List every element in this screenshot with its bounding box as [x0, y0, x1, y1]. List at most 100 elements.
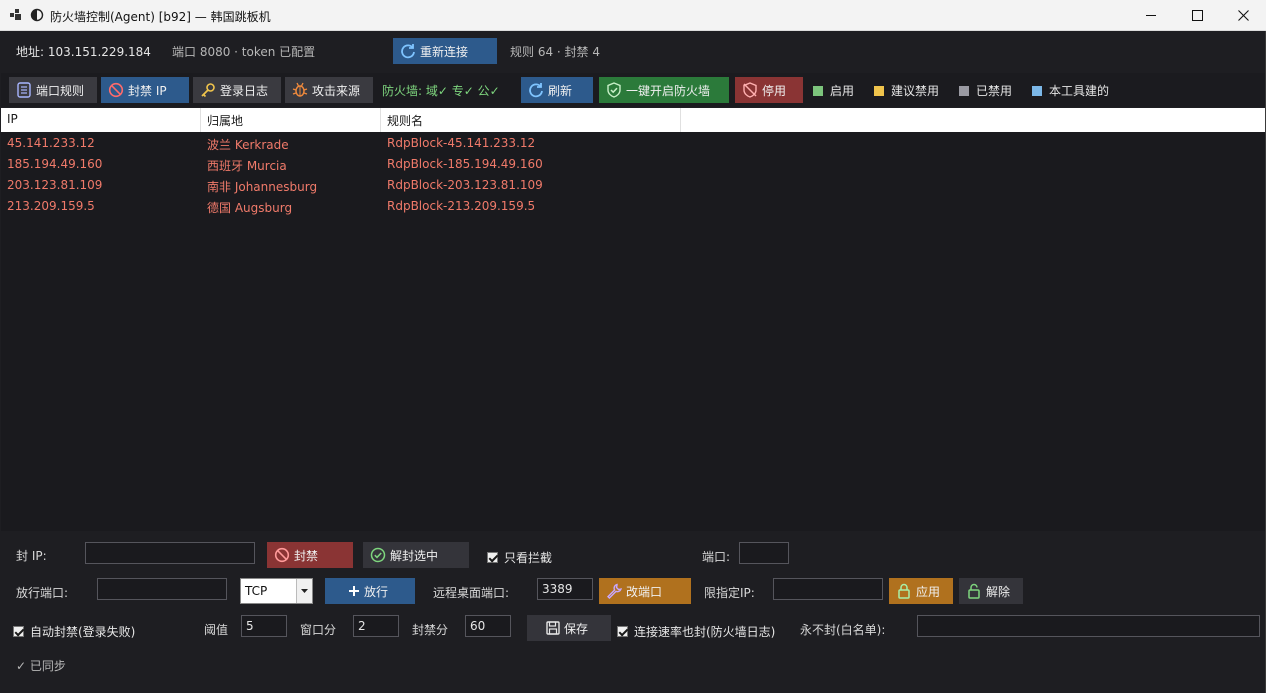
refresh-icon	[529, 83, 543, 98]
apply-button[interactable]: 应用	[889, 578, 953, 604]
ban-icon	[274, 547, 290, 563]
firewall-status: 防火墙: 域✓ 专✓ 公✓	[382, 84, 500, 98]
allow-port-label: 放行端口:	[16, 586, 69, 600]
rule-ban-stats: 规则 64 · 封禁 4	[510, 45, 600, 59]
ban-ip-label: 封 IP:	[16, 549, 47, 563]
banned-ip-table[interactable]: IP 归属地 规则名 45.141.233.12 波兰 Kerkrade Rdp…	[1, 108, 1265, 531]
rate-ban-checkbox[interactable]: 连接速率也封(防火墙日志)	[617, 623, 775, 640]
reconnect-button[interactable]: 重新连接	[393, 38, 497, 64]
window-minutes-input[interactable]	[353, 615, 399, 637]
minimize-icon	[1145, 15, 1156, 16]
close-button[interactable]	[1220, 0, 1266, 31]
port-rules-button[interactable]: 端口规则	[9, 77, 97, 103]
refresh-button[interactable]: 刷新	[521, 77, 593, 103]
ban-minutes-label: 封禁分	[412, 623, 449, 637]
port-rules-label: 端口规则	[36, 83, 85, 98]
legend-suggest-disable: 建议禁用	[874, 82, 939, 99]
threshold-label: 阈值	[204, 623, 229, 637]
legend-swatch-disabled	[959, 85, 969, 96]
legend-swatch-enabled	[813, 85, 823, 96]
table-row[interactable]: 213.209.159.5 德国 Augsburg RdpBlock-213.2…	[1, 196, 1265, 217]
sync-status: ✓ 已同步	[16, 659, 66, 673]
connection-info-bar: 地址: 103.151.229.184 端口 8080 · token 已配置 …	[1, 31, 1265, 73]
column-separator	[380, 108, 381, 132]
rate-ban-label: 连接速率也封(防火墙日志)	[634, 625, 776, 639]
column-header-location[interactable]: 归属地	[207, 112, 243, 129]
save-button[interactable]: 保存	[527, 615, 611, 641]
ban-ip-input[interactable]	[85, 542, 255, 564]
login-log-label: 登录日志	[220, 83, 269, 98]
table-row[interactable]: 185.194.49.160 西班牙 Murcia RdpBlock-185.1…	[1, 154, 1265, 175]
minimize-button[interactable]	[1128, 0, 1174, 31]
cell-location: 波兰 Kerkrade	[207, 138, 289, 152]
only-blocked-checkbox[interactable]: 只看拦截	[487, 549, 552, 566]
ban-button[interactable]: 封禁	[267, 542, 353, 568]
window-title: 防火墙控制(Agent) [b92] — 韩国跳板机	[50, 10, 271, 24]
column-header-ip[interactable]: IP	[7, 112, 18, 126]
title-bar: 防火墙控制(Agent) [b92] — 韩国跳板机	[0, 0, 1266, 31]
agent-address: 地址: 103.151.229.184	[16, 45, 151, 59]
enable-firewall-button[interactable]: 一键开启防火墙	[599, 77, 729, 103]
change-port-button[interactable]: 改端口	[599, 578, 691, 604]
auto-ban-label: 自动封禁(登录失败)	[30, 625, 136, 639]
allow-button[interactable]: 放行	[325, 578, 415, 604]
refresh-icon	[401, 44, 415, 59]
login-log-button[interactable]: 登录日志	[193, 77, 281, 103]
limit-ip-label: 限指定IP:	[704, 586, 755, 600]
checkbox-checked	[487, 552, 498, 563]
allow-port-input[interactable]	[97, 578, 227, 600]
protocol-value: TCP	[245, 584, 268, 598]
wrench-icon	[607, 583, 622, 599]
table-row[interactable]: 203.123.81.109 南非 Johannesburg RdpBlock-…	[1, 175, 1265, 196]
check-circle-icon	[370, 547, 386, 563]
protocol-select[interactable]: TCP	[240, 578, 313, 604]
ban-minutes-input[interactable]	[465, 615, 511, 637]
release-button[interactable]: 解除	[959, 578, 1023, 604]
port-input[interactable]	[739, 542, 789, 564]
cell-rule: RdpBlock-203.123.81.109	[387, 178, 543, 192]
column-header-rule[interactable]: 规则名	[387, 112, 423, 129]
legend-label-tool-created: 本工具建的	[1049, 84, 1110, 98]
maximize-button[interactable]	[1174, 0, 1220, 31]
attack-source-button[interactable]: 攻击来源	[285, 77, 373, 103]
table-header: IP 归属地 规则名	[1, 108, 1265, 132]
whitelist-input[interactable]	[917, 615, 1260, 637]
table-row[interactable]: 45.141.233.12 波兰 Kerkrade RdpBlock-45.14…	[1, 133, 1265, 154]
key-icon	[201, 83, 215, 98]
port-label: 端口:	[702, 550, 731, 564]
bug-icon	[292, 82, 308, 97]
unban-selected-label: 解封选中	[390, 548, 439, 563]
legend-label-enabled: 启用	[830, 84, 855, 98]
cell-rule: RdpBlock-213.209.159.5	[387, 199, 536, 213]
legend-swatch-suggest-disable	[874, 85, 884, 96]
attack-source-label: 攻击来源	[312, 83, 361, 98]
threshold-input[interactable]	[241, 615, 287, 637]
legend-tool-created: 本工具建的	[1032, 82, 1109, 99]
shield-check-icon	[607, 82, 621, 98]
ban-button-label: 封禁	[294, 548, 319, 563]
legend-disabled: 已禁用	[959, 82, 1012, 99]
whitelist-label: 永不封(白名单):	[800, 623, 886, 637]
port-token-status: 端口 8080 · token 已配置	[172, 45, 316, 59]
enable-firewall-label: 一键开启防火墙	[626, 83, 711, 98]
limit-ip-input[interactable]	[773, 578, 883, 600]
shield-off-icon	[743, 82, 757, 98]
unban-selected-button[interactable]: 解封选中	[363, 542, 469, 568]
unlock-icon	[968, 583, 980, 599]
shield-half-icon	[30, 8, 44, 22]
rdp-port-input[interactable]	[537, 578, 593, 600]
cell-location: 西班牙 Murcia	[207, 159, 287, 173]
control-panel: 封 IP: 封禁 解封选中 只看拦截 端口: 放行端口: TCP 放行 远程桌面…	[1, 531, 1265, 692]
ban-icon	[108, 82, 124, 98]
chevron-down-icon	[296, 579, 312, 603]
column-separator	[200, 108, 201, 132]
release-label: 解除	[986, 584, 1011, 599]
auto-ban-checkbox[interactable]: 自动封禁(登录失败)	[13, 623, 135, 640]
cell-ip: 203.123.81.109	[7, 178, 103, 192]
save-icon	[546, 621, 560, 635]
reconnect-label: 重新连接	[420, 44, 469, 59]
disable-firewall-button[interactable]: 停用	[735, 77, 803, 103]
apply-label: 应用	[916, 584, 941, 599]
checkbox-checked	[13, 626, 24, 637]
ban-ip-tab-button[interactable]: 封禁 IP	[101, 77, 189, 103]
